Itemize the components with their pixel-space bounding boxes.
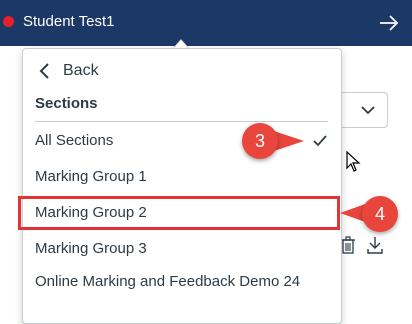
menu-item-marking-group-1[interactable]: Marking Group 1 <box>23 160 341 194</box>
divider <box>35 121 328 122</box>
sections-heading: Sections <box>35 95 98 112</box>
mouse-cursor-icon <box>346 151 361 172</box>
menu-item-label: Marking Group 1 <box>35 168 147 185</box>
back-button[interactable]: Back <box>23 55 341 87</box>
status-dot-icon <box>3 16 14 27</box>
chevron-down-icon <box>361 106 375 115</box>
sections-dropdown: Back Sections All Sections Marking Group… <box>22 48 342 324</box>
back-label: Back <box>63 62 99 79</box>
menu-item-label: Marking Group 3 <box>35 240 147 257</box>
menu-item-online-marking-demo[interactable]: Online Marking and Feedback Demo 24 <box>23 269 341 319</box>
top-bar: Student Test1 <box>0 0 412 46</box>
menu-item-label: All Sections <box>35 132 114 149</box>
arrow-right-icon[interactable] <box>378 12 400 34</box>
student-name[interactable]: Student Test1 <box>23 13 114 31</box>
callout-pointer <box>274 131 304 151</box>
download-icon[interactable] <box>366 235 384 255</box>
callout-badge-3: 3 <box>242 123 278 159</box>
checkmark-icon <box>313 135 327 147</box>
callout-badge-4: 4 <box>362 196 398 232</box>
menu-item-marking-group-3[interactable]: Marking Group 3 <box>23 232 341 266</box>
chevron-left-icon <box>39 63 49 79</box>
trash-icon[interactable] <box>340 236 356 254</box>
menu-item-label: Online Marking and Feedback Demo 24 <box>35 273 301 290</box>
highlight-box <box>18 196 340 230</box>
